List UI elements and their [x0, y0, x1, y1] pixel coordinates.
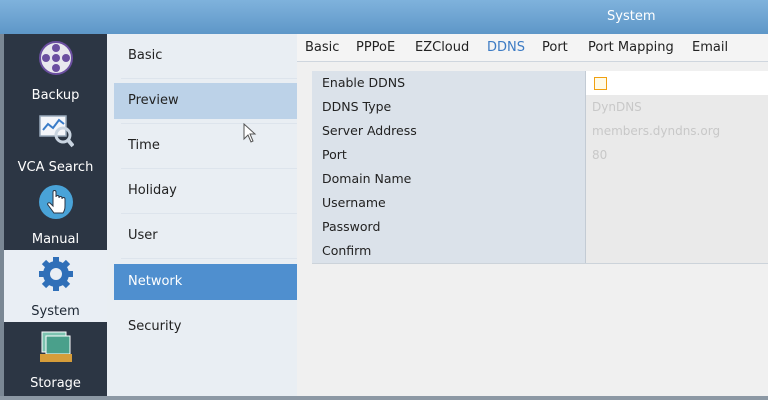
domain-name-field[interactable]	[586, 167, 768, 191]
port-value: 80	[592, 148, 608, 162]
gear-icon	[39, 257, 73, 291]
nav-item-manual[interactable]: Manual	[4, 178, 107, 250]
submenu-label: Preview	[128, 93, 179, 108]
submenu-label: Time	[128, 138, 160, 153]
nav-label: Manual	[31, 232, 80, 247]
form-row: Domain Name	[312, 167, 768, 192]
nav-item-system[interactable]: System	[4, 250, 107, 322]
server-address-value: members.dyndns.org	[592, 124, 721, 138]
nav-label: Storage	[30, 376, 81, 391]
mouse-cursor-icon	[243, 123, 257, 143]
submenu-item-user[interactable]: User	[114, 218, 297, 254]
field-label: Username	[312, 191, 586, 215]
field-label: Domain Name	[312, 167, 586, 191]
form-row: Enable DDNS	[312, 71, 768, 96]
form-row: Confirm	[312, 239, 768, 264]
username-field[interactable]	[586, 191, 768, 215]
enable-ddns-checkbox[interactable]	[594, 77, 607, 90]
ddns-type-value: DynDNS	[592, 100, 642, 114]
tab-ezcloud[interactable]: EZCloud	[415, 40, 469, 55]
nav-label: System	[31, 304, 80, 319]
submenu-label: User	[128, 228, 158, 243]
field-label: DDNS Type	[312, 95, 586, 119]
form-row: Server Address members.dyndns.org	[312, 119, 768, 144]
system-submenu: Basic Preview Time Holiday User Network …	[107, 34, 297, 396]
field-label: Port	[312, 143, 586, 167]
enable-ddns-cell	[586, 71, 768, 95]
server-address-field[interactable]: members.dyndns.org	[586, 119, 768, 143]
divider	[121, 123, 297, 124]
field-label: Server Address	[312, 119, 586, 143]
divider	[121, 78, 297, 79]
storage-icon	[40, 331, 72, 362]
tab-pppoe[interactable]: PPPoE	[356, 40, 395, 55]
field-label-text: Enable DDNS	[322, 75, 406, 90]
nav-item-storage[interactable]: Storage	[4, 322, 107, 394]
form-row: DDNS Type DynDNS	[312, 95, 768, 120]
field-label-text: DDNS Type	[322, 99, 392, 114]
submenu-label: Network	[128, 274, 183, 289]
tab-port-mapping[interactable]: Port Mapping	[588, 40, 674, 55]
submenu-label: Basic	[128, 48, 163, 63]
nav-item-backup[interactable]: Backup	[4, 34, 107, 106]
tab-port[interactable]: Port	[542, 40, 568, 55]
form-row: Username	[312, 191, 768, 216]
ddns-type-select[interactable]: DynDNS	[586, 95, 768, 119]
field-label: Confirm	[312, 239, 586, 263]
submenu-item-basic[interactable]: Basic	[114, 38, 297, 74]
tab-email[interactable]: Email	[692, 40, 728, 55]
nav-label: Backup	[31, 88, 80, 103]
tab-bar: Basic PPPoE EZCloud DDNS Port Port Mappi…	[297, 34, 768, 62]
divider	[121, 168, 297, 169]
content-panel: Basic PPPoE EZCloud DDNS Port Port Mappi…	[297, 34, 768, 396]
divider	[121, 213, 297, 214]
title-bar: System	[0, 0, 768, 34]
submenu-label: Security	[128, 319, 182, 334]
submenu-item-time[interactable]: Time	[114, 128, 297, 164]
submenu-item-security[interactable]: Security	[114, 309, 297, 345]
nav-item-vca-search[interactable]: VCA Search	[4, 106, 107, 178]
field-label-text: Domain Name	[322, 171, 412, 186]
submenu-item-holiday[interactable]: Holiday	[114, 173, 297, 209]
nav-label: VCA Search	[17, 160, 94, 175]
window-title: System	[607, 9, 656, 24]
field-label-text: Username	[322, 195, 386, 210]
submenu-label: Holiday	[128, 183, 177, 198]
password-field[interactable]	[586, 215, 768, 239]
field-label-text: Port	[322, 147, 347, 162]
frame-bottom	[0, 396, 768, 400]
field-label: Enable DDNS	[312, 71, 586, 95]
tab-basic[interactable]: Basic	[305, 40, 339, 55]
main-nav: Backup VCA Search Manual System Storage	[4, 34, 107, 396]
submenu-item-network[interactable]: Network	[114, 264, 297, 300]
chart-magnifier-icon	[39, 115, 74, 148]
film-reel-icon	[39, 41, 73, 75]
tab-ddns[interactable]: DDNS	[487, 40, 525, 55]
field-label-text: Server Address	[322, 123, 417, 138]
field-label-text: Confirm	[322, 243, 372, 258]
frame-left	[0, 34, 4, 400]
field-label: Password	[312, 215, 586, 239]
submenu-item-preview[interactable]: Preview	[114, 83, 297, 119]
hand-pointer-icon	[39, 185, 73, 219]
confirm-field[interactable]	[586, 239, 768, 263]
field-label-text: Password	[322, 219, 381, 234]
port-field[interactable]: 80	[586, 143, 768, 167]
form-row: Password	[312, 215, 768, 240]
divider	[121, 258, 297, 259]
form-row: Port 80	[312, 143, 768, 168]
